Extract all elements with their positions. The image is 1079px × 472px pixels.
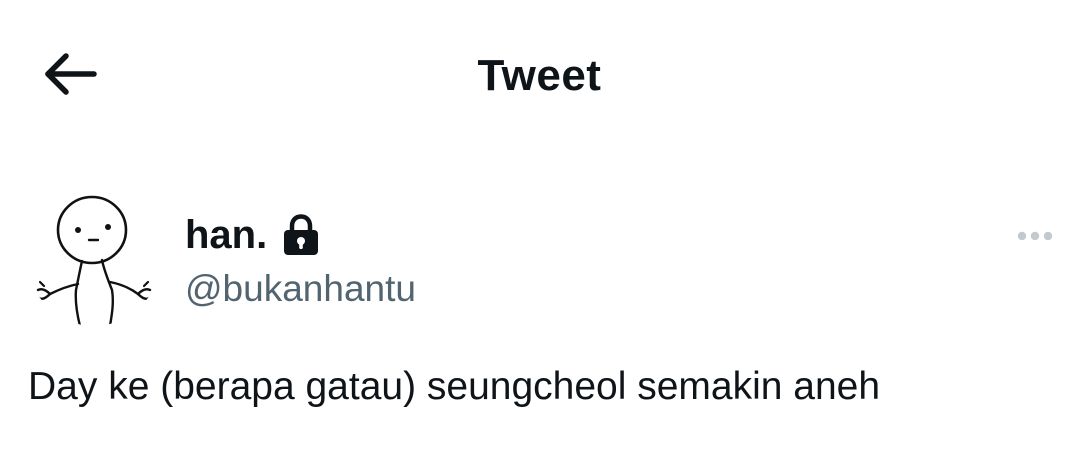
author-display-name: han. xyxy=(185,213,268,257)
lock-icon xyxy=(281,214,321,256)
page-title: Tweet xyxy=(477,51,602,100)
shrugging-doodle-avatar-image xyxy=(36,195,152,326)
top-bar: Tweet xyxy=(0,0,1079,150)
tweet-text: Day ke (berapa gatau) seungcheol semakin… xyxy=(28,365,881,408)
avatar[interactable] xyxy=(28,194,160,326)
more-horizontal-icon xyxy=(1017,231,1053,241)
author-handle[interactable]: @bukanhantu xyxy=(185,267,416,311)
more-options-button[interactable] xyxy=(1010,218,1060,254)
author-name-row[interactable]: han. xyxy=(185,210,321,260)
tweet: han. @bukanhantu Day ke (berapa gatau) s… xyxy=(0,180,1079,472)
